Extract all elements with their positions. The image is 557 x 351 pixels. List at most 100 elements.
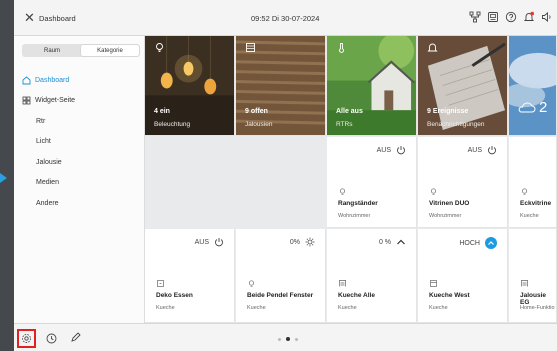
lamp-icon — [430, 188, 437, 195]
segment-raum[interactable]: Raum — [23, 45, 81, 56]
sidebar-item-widget-seite[interactable]: Widget-Seite — [20, 91, 142, 112]
status-text: AUS — [467, 146, 482, 154]
device-status: AUS — [468, 145, 497, 155]
sidebar-item-label: Dashboard — [35, 76, 70, 84]
sidebar-item-rtr[interactable]: Rtr — [20, 111, 142, 132]
arrow-right-icon — [0, 173, 7, 183]
summary-tile-benachrichtigungen[interactable]: 9 Ereignisse Benachrichtigungen — [418, 36, 508, 136]
tile-label: Jalousien — [245, 121, 273, 128]
sidebar-nav: Dashboard Widget-Seite Rtr Licht Jalousi… — [20, 70, 142, 214]
device-tile-eckvitrine[interactable]: Eckvitrine Kueche — [509, 137, 557, 228]
network-icon[interactable] — [469, 11, 481, 23]
device-room: Kueche — [338, 305, 357, 311]
status-text: HOCH — [459, 239, 480, 247]
device-tile-jalousie-eg[interactable]: Jalousie EG Home-Funktio — [509, 229, 557, 323]
sidebar-item-andere[interactable]: Andere — [20, 193, 142, 214]
summary-tile-beleuchtung[interactable]: 4 ein Beleuchtung — [145, 36, 235, 136]
chevron-up-icon[interactable] — [396, 237, 406, 247]
device-room: Home-Funktio — [520, 305, 555, 311]
device-tile-kueche-west[interactable]: HOCH Kueche West Kueche — [418, 229, 508, 323]
sidebar-item-jalousie[interactable]: Jalousie — [20, 152, 142, 173]
device-status: 0 % — [379, 237, 406, 247]
tile-label: RTRs — [336, 121, 353, 128]
device-name: Rangständer — [338, 200, 378, 207]
device-room: Wohnzimmer — [429, 213, 462, 219]
status-text: AUS — [194, 238, 209, 246]
weather-temperature: 2 — [539, 99, 548, 116]
bottom-bar — [14, 323, 557, 351]
power-icon[interactable] — [487, 145, 497, 155]
up-button[interactable] — [485, 237, 497, 249]
sidebar-item-medien[interactable]: Medien — [20, 173, 142, 194]
status-text: 0 % — [378, 238, 391, 246]
chevron-up-icon — [488, 241, 494, 245]
tile-label: Benachrichtigungen — [427, 121, 485, 128]
blind-icon — [521, 280, 528, 287]
grid-icon — [22, 96, 31, 105]
summary-tile-rtrs[interactable]: Alle aus RTRs — [327, 36, 417, 136]
blind-icon — [339, 280, 346, 287]
gear-icon — [22, 334, 31, 343]
tile-label: Beleuchtung — [154, 121, 191, 128]
sidebar-item-licht[interactable]: Licht — [20, 132, 142, 153]
empty-tile-slot — [145, 137, 326, 228]
speaker-icon[interactable] — [541, 11, 553, 23]
clock-icon[interactable] — [46, 333, 57, 344]
device-status: 0% — [290, 237, 315, 247]
device-tile-vitrinen-duo[interactable]: AUS Vitrinen DUO Wohnzimmer — [418, 137, 508, 228]
device-name: Beide Pendel Fenster — [247, 292, 314, 299]
sidebar: Raum Kategorie Dashboard Widget-Seite Rt… — [14, 36, 145, 323]
device-tile-kueche-alle[interactable]: 0 % Kueche Alle Kueche — [327, 229, 417, 323]
blind-icon — [430, 280, 437, 287]
tile-count: Alle aus — [336, 108, 363, 115]
device-room: Kueche — [247, 305, 266, 311]
device-room: Kueche — [429, 305, 448, 311]
device-room: Kueche — [156, 305, 175, 311]
device-room: Kueche — [520, 213, 539, 219]
summary-tile-jalousien[interactable]: 9 offen Jalousien — [236, 36, 326, 136]
settings-button[interactable] — [17, 329, 36, 348]
page-dot[interactable] — [278, 337, 281, 341]
tile-count: 9 Ereignisse — [427, 108, 469, 115]
device-status: HOCH — [459, 237, 497, 249]
device-name: Eckvitrine — [520, 200, 552, 207]
device-status: AUS — [377, 145, 406, 155]
summary-tile-weather[interactable]: 2 — [509, 36, 557, 136]
cloud-sun-icon — [518, 102, 536, 113]
device-tile-deko-essen[interactable]: AUS Deko Essen Kueche — [145, 229, 235, 323]
home-icon — [22, 76, 31, 85]
notification-bell-icon[interactable] — [523, 11, 535, 23]
datetime-display: 09:52 Di 30-07-2024 — [251, 14, 320, 23]
top-icon-group — [469, 11, 553, 23]
sidebar-item-dashboard[interactable]: Dashboard — [20, 70, 142, 91]
page-title: Dashboard — [39, 14, 76, 23]
dimmer-icon[interactable] — [305, 237, 315, 247]
close-icon[interactable]: ✕ — [24, 11, 35, 24]
tile-count: 4 ein — [154, 108, 170, 115]
device-name: Deko Essen — [156, 292, 193, 299]
sidebar-item-label: Widget-Seite — [35, 97, 76, 105]
bell-icon — [427, 43, 438, 52]
help-icon[interactable] — [505, 11, 517, 23]
device-tile-rangstaender[interactable]: AUS Rangständer Wohnzimmer — [327, 137, 417, 228]
device-name: Vitrinen DUO — [429, 200, 470, 207]
power-icon[interactable] — [396, 145, 406, 155]
status-text: 0% — [289, 238, 300, 246]
device-tile-beide-pendel-fenster[interactable]: 0% Beide Pendel Fenster Kueche — [236, 229, 326, 323]
power-icon[interactable] — [214, 237, 224, 247]
app-screen: ✕ Dashboard 09:52 Di 30-07-2024 Raum Kat… — [14, 0, 557, 351]
lamp-icon — [248, 280, 255, 287]
lamp-icon — [339, 188, 346, 195]
status-text: AUS — [376, 146, 391, 154]
device-status: AUS — [195, 237, 224, 247]
blind-icon — [246, 43, 255, 52]
display-icon[interactable] — [487, 11, 499, 23]
bulb-icon — [156, 43, 163, 52]
segment-kategorie[interactable]: Kategorie — [81, 45, 139, 56]
page-dot[interactable] — [295, 337, 298, 341]
top-bar: ✕ Dashboard 09:52 Di 30-07-2024 — [14, 0, 557, 36]
page-dot-active[interactable] — [286, 337, 290, 341]
lamp-icon — [521, 188, 528, 195]
view-toggle: Raum Kategorie — [22, 44, 140, 57]
edit-icon[interactable] — [70, 332, 81, 343]
